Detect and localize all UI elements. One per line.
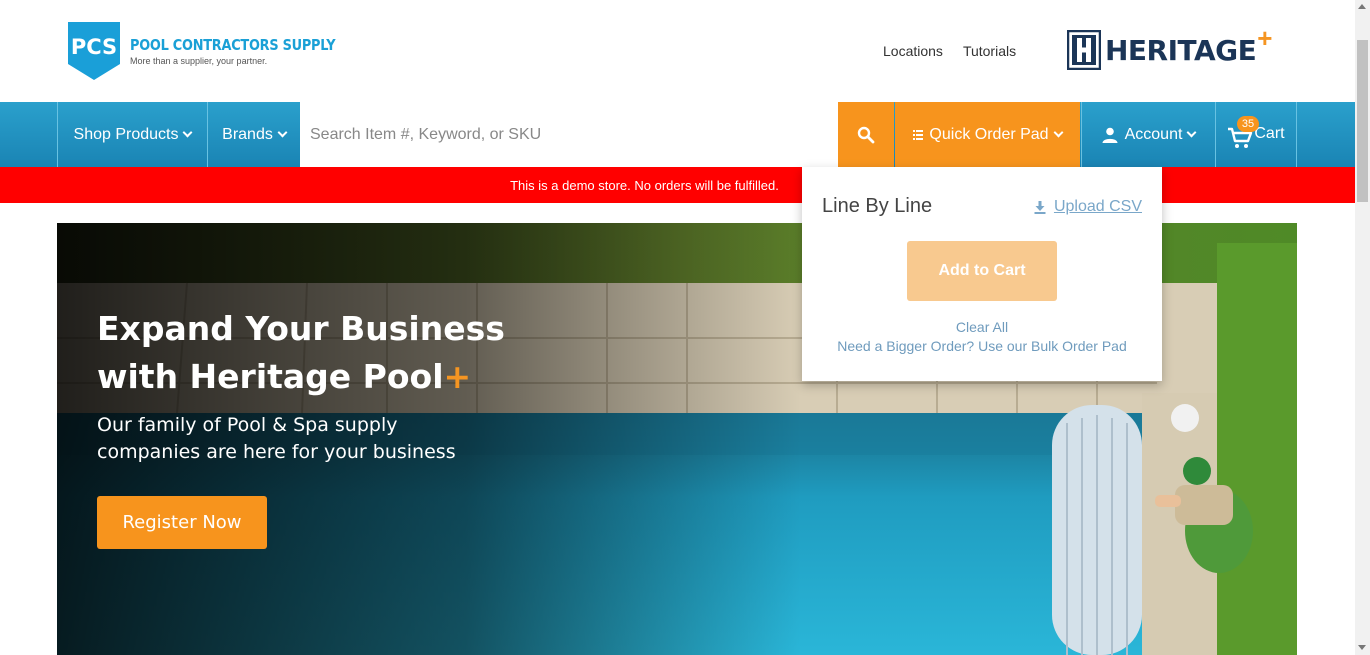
cart-button[interactable]: Cart: [1215, 102, 1297, 167]
hero-title: Expand Your Business with Heritage Pool+: [97, 305, 557, 401]
heritage-h-icon: [1067, 30, 1101, 70]
quick-order-pad-button[interactable]: Quick Order Pad: [895, 102, 1080, 167]
cart-label: Cart: [1254, 124, 1285, 142]
search-input[interactable]: [300, 102, 838, 167]
chevron-down-icon: [1053, 127, 1064, 138]
upload-csv-label: Upload CSV: [1053, 198, 1142, 215]
top-header: PCS POOL CONTRACTORS SUPPLY More than a …: [0, 0, 1355, 102]
search-button[interactable]: [838, 102, 894, 167]
register-now-button[interactable]: Register Now: [97, 496, 267, 549]
pcs-logo[interactable]: PCS POOL CONTRACTORS SUPPLY More than a …: [66, 20, 369, 82]
user-icon: [1102, 127, 1118, 143]
list-icon: [913, 129, 924, 140]
main-nav: Shop Products Brands Quick Order Pad Acc…: [0, 102, 1355, 167]
chevron-down-icon: [277, 127, 288, 138]
upload-csv-link[interactable]: Upload CSV: [1034, 198, 1142, 216]
svg-text:PCS: PCS: [71, 35, 117, 59]
hero-title-line1: Expand Your Business: [97, 309, 505, 348]
scroll-down-arrow-icon[interactable]: [1358, 645, 1366, 650]
page-scrollbar[interactable]: [1355, 0, 1370, 655]
hero-title-line2: with Heritage Pool: [97, 357, 444, 396]
quick-order-dropdown: Line By Line Upload CSV Add to Cart Clea…: [802, 167, 1162, 381]
brands-menu[interactable]: Brands: [207, 102, 300, 167]
bulk-order-pad-link[interactable]: Need a Bigger Order? Use our Bulk Order …: [802, 338, 1162, 354]
scroll-up-arrow-icon[interactable]: [1358, 4, 1366, 9]
top-links: Locations Tutorials: [883, 43, 1016, 59]
search-icon: [857, 126, 875, 143]
add-to-cart-button[interactable]: Add to Cart: [907, 241, 1057, 301]
demo-store-text: This is a demo store. No orders will be …: [510, 177, 779, 193]
shop-products-menu[interactable]: Shop Products: [57, 102, 207, 167]
shop-products-label: Shop Products: [73, 125, 179, 143]
logo-tagline: More than a supplier, your partner.: [130, 56, 268, 66]
hero-subtitle: Our family of Pool & Spa supply companie…: [97, 414, 456, 463]
cart-count-badge: 35: [1237, 116, 1259, 132]
quick-order-pad-label: Quick Order Pad: [929, 125, 1049, 143]
hero-title-plus: +: [443, 357, 472, 396]
heritage-logo[interactable]: HERITAGE +: [1067, 23, 1272, 70]
tutorials-link[interactable]: Tutorials: [963, 43, 1016, 59]
scrollbar-thumb[interactable]: [1357, 40, 1368, 202]
account-menu[interactable]: Account: [1081, 102, 1215, 167]
heritage-plus: +: [1257, 22, 1273, 53]
pcs-shield-icon: PCS: [68, 22, 120, 80]
line-by-line-title: Line By Line: [822, 195, 933, 217]
chevron-down-icon: [1186, 127, 1197, 138]
locations-link[interactable]: Locations: [883, 43, 943, 59]
logo-name: POOL CONTRACTORS SUPPLY: [130, 36, 336, 54]
heritage-wordmark: HERITAGE: [1105, 33, 1257, 67]
brands-label: Brands: [222, 125, 273, 143]
download-icon: [1034, 200, 1046, 214]
clear-all-link[interactable]: Clear All: [802, 319, 1162, 335]
account-label: Account: [1124, 125, 1183, 143]
chevron-down-icon: [183, 127, 193, 138]
